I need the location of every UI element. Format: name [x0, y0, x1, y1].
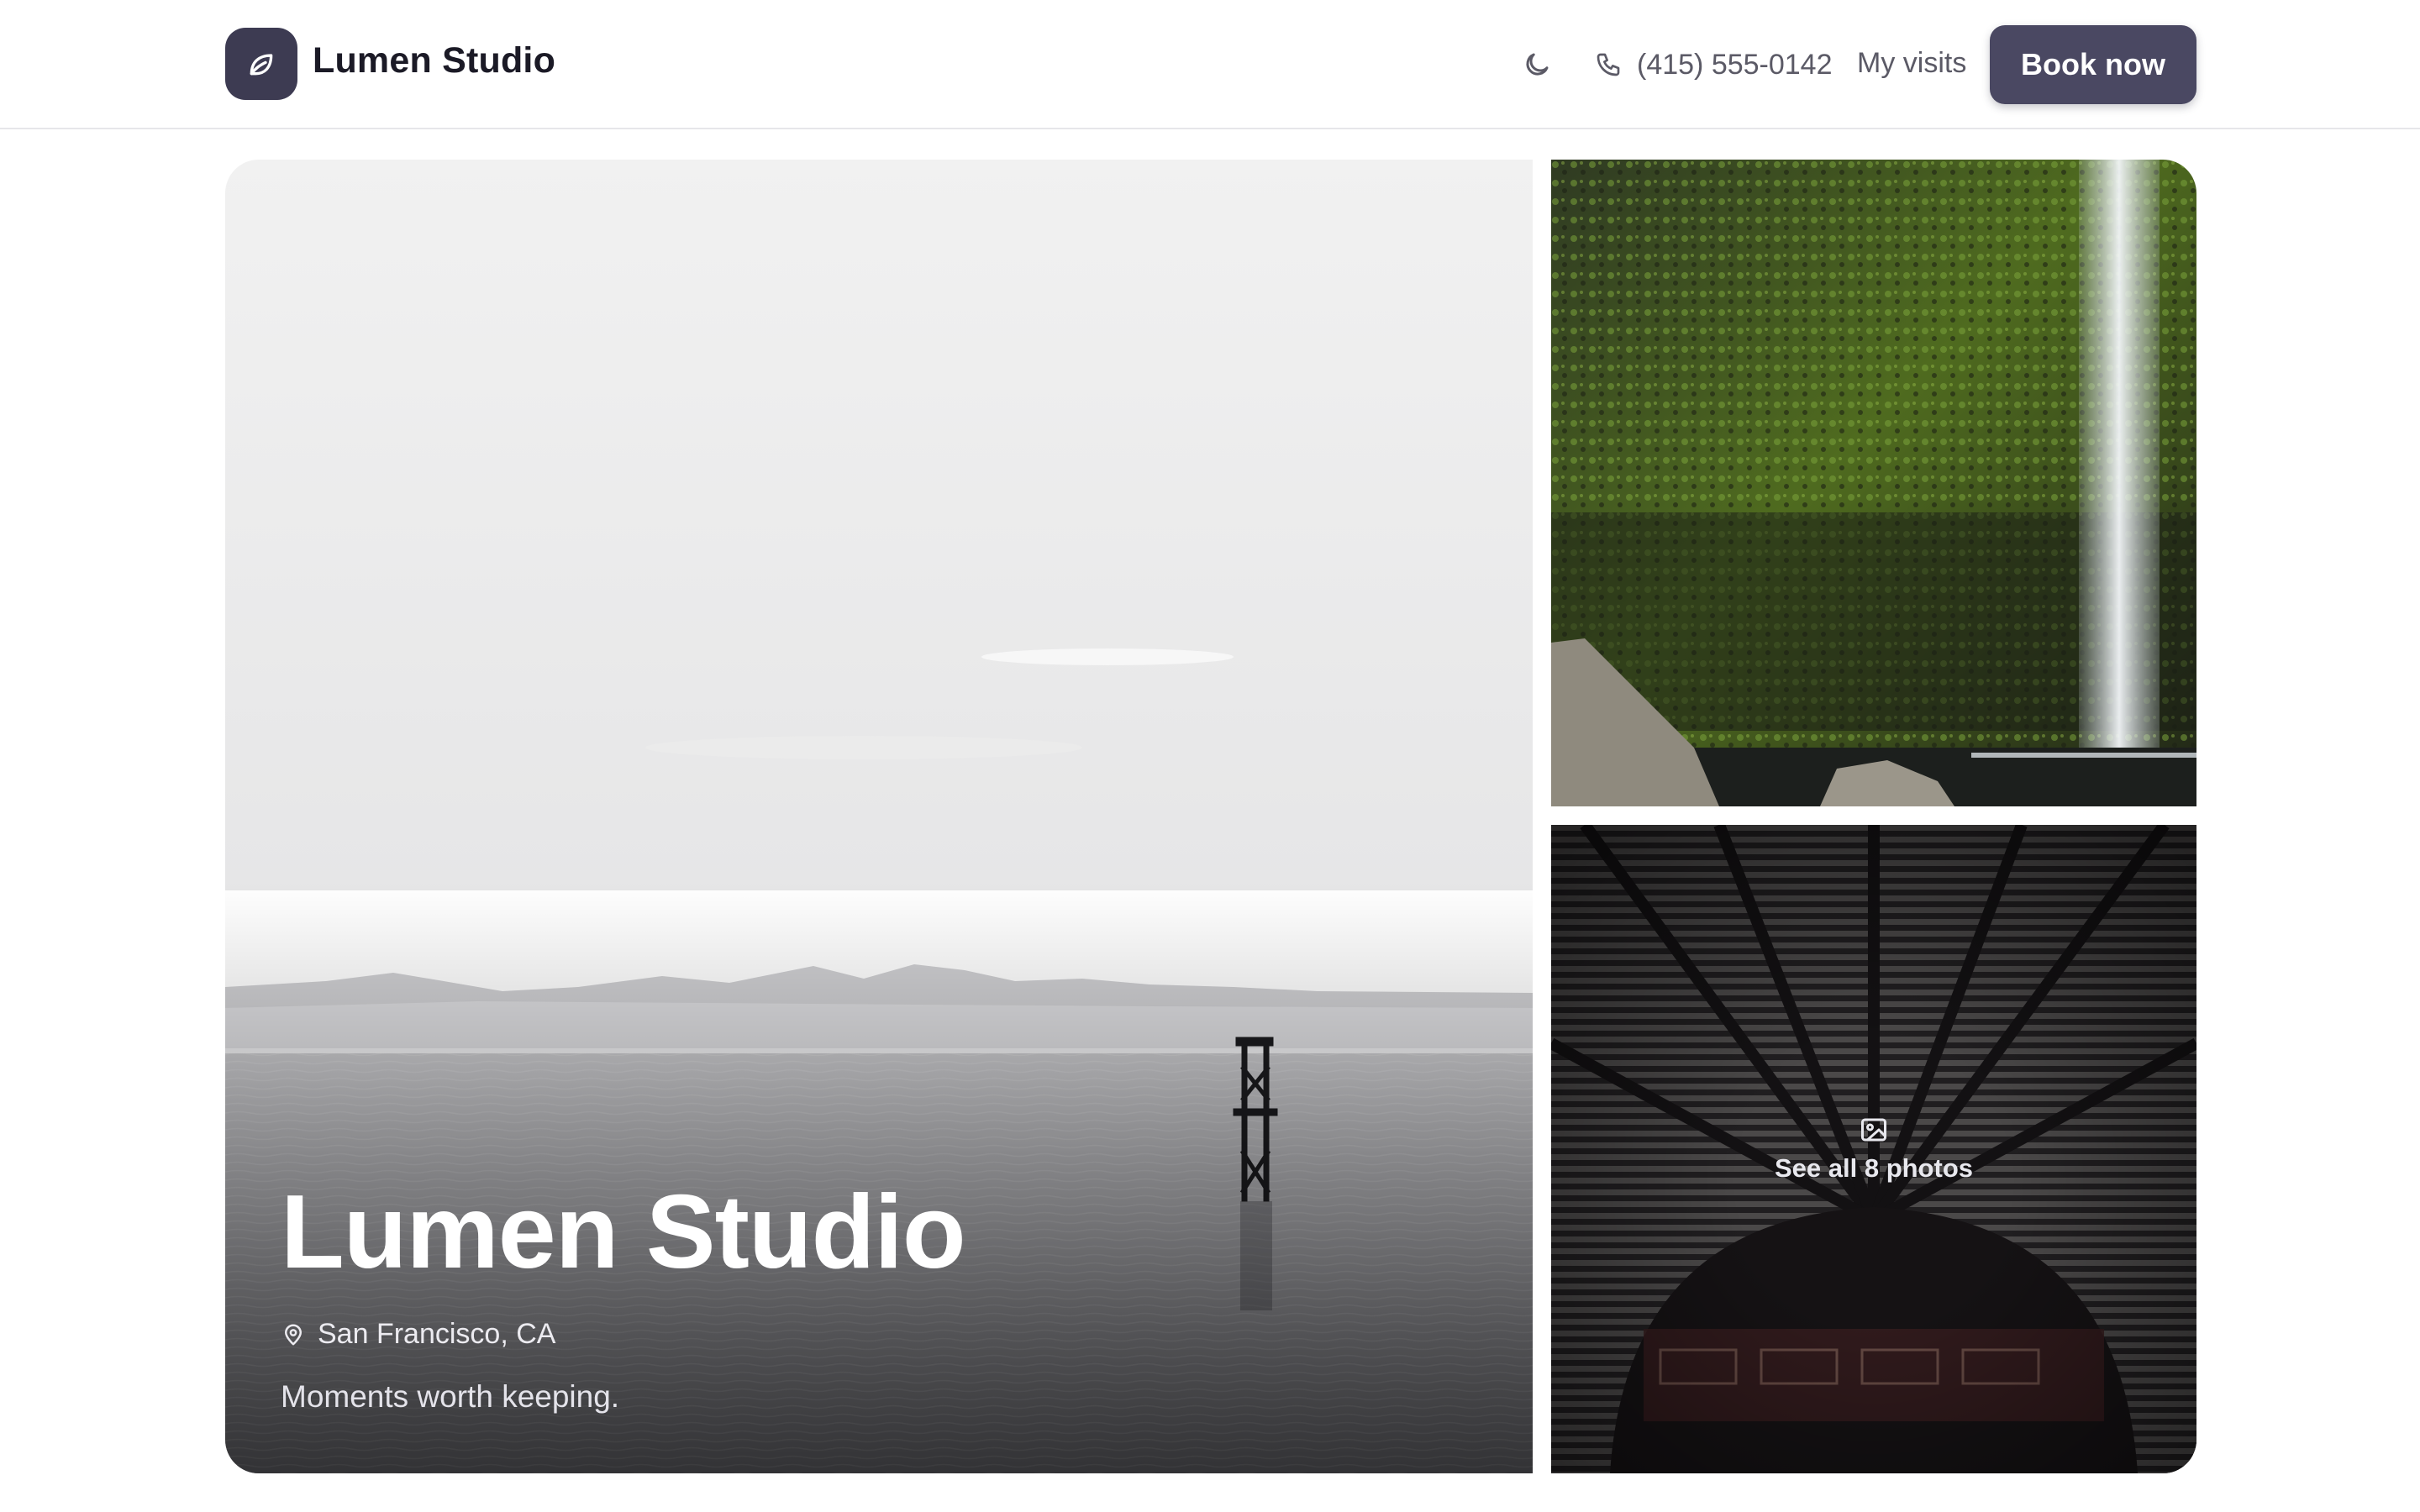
photo-gallery: Lumen Studio San Francisco, CA Moments w… [225, 160, 2196, 1473]
phone-icon [1597, 53, 1620, 76]
logo-badge[interactable] [225, 28, 297, 100]
top-nav: Lumen Studio (415) 555-0142 My visits Bo… [0, 0, 2420, 129]
phone-number: (415) 555-0142 [1637, 48, 1833, 81]
theme-toggle-button[interactable] [1518, 45, 1556, 84]
brand-name[interactable]: Lumen Studio [313, 40, 555, 81]
see-all-photos-label: See all 8 photos [1774, 1153, 1973, 1183]
waterfall-image [1551, 160, 2196, 806]
image-icon [1861, 1118, 1886, 1142]
hero-location: San Francisco, CA [281, 1318, 965, 1351]
see-all-photos-overlay[interactable]: See all 8 photos [1551, 825, 2196, 1473]
map-pin-icon [285, 1324, 302, 1345]
hero-title: Lumen Studio [281, 1174, 966, 1290]
book-now-button[interactable]: Book now [1990, 25, 2196, 104]
leaf-icon [250, 54, 273, 76]
location-text: San Francisco, CA [318, 1318, 556, 1350]
hero-tagline: Moments worth keeping. [281, 1379, 620, 1414]
phone-link[interactable]: (415) 555-0142 [1595, 44, 1833, 86]
gallery-photo-waterfall[interactable] [1551, 160, 2196, 806]
my-visits-link[interactable]: My visits [1857, 47, 1966, 80]
hero-caption: Lumen Studio San Francisco, CA Moments w… [281, 1174, 966, 1415]
moon-icon [1526, 53, 1549, 76]
hero-photo[interactable]: Lumen Studio San Francisco, CA Moments w… [225, 160, 1533, 1473]
gallery-photo-ceiling[interactable]: See all 8 photos [1551, 825, 2196, 1473]
